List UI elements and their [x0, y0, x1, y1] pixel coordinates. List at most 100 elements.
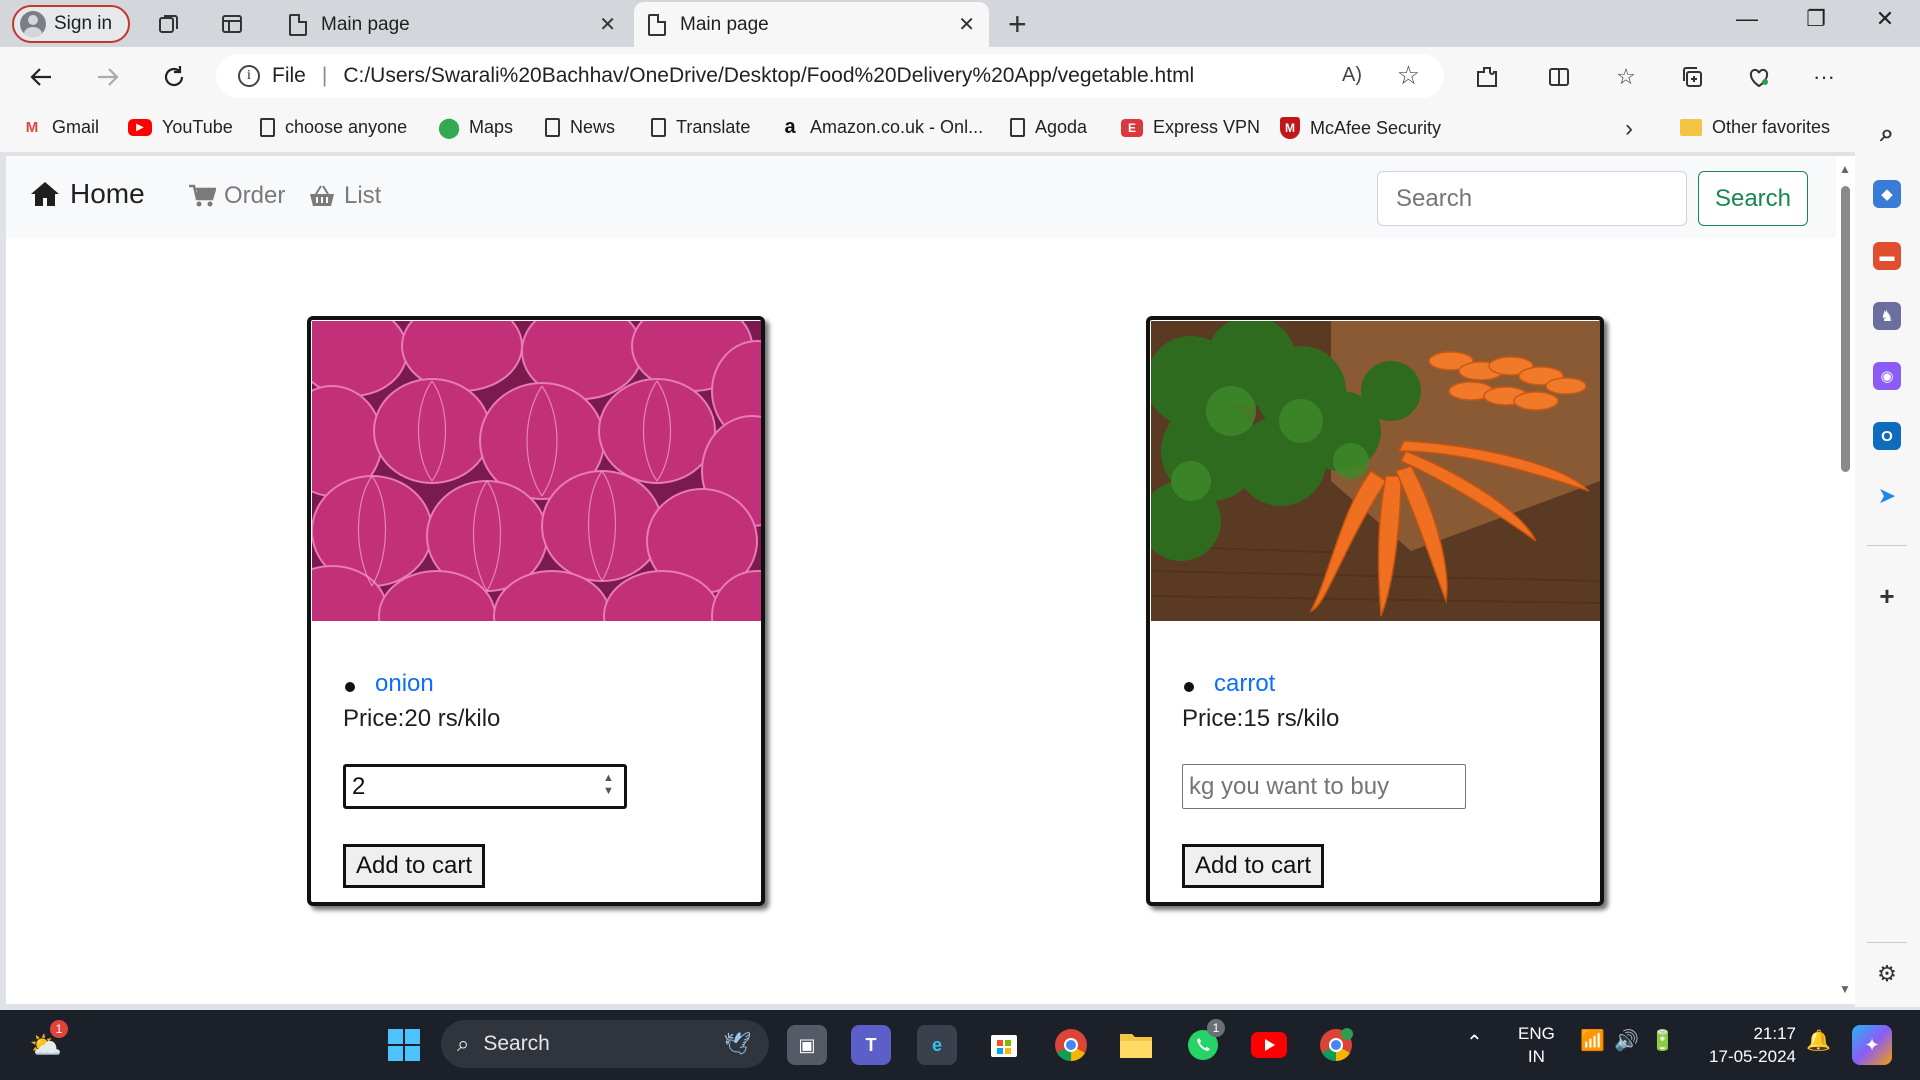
- scroll-down-arrow-icon[interactable]: ▼: [1839, 982, 1851, 996]
- collections-icon[interactable]: [1676, 61, 1708, 93]
- favorites-icon[interactable]: ☆: [1610, 61, 1642, 93]
- bookmark-other-favorites[interactable]: Other favorites: [1680, 117, 1830, 138]
- tools-icon[interactable]: ▬: [1873, 242, 1901, 270]
- notifications-bell-icon[interactable]: 🔔: [1806, 1030, 1831, 1053]
- language-indicator[interactable]: ENG IN: [1518, 1022, 1555, 1068]
- product-price: Price:20 rs/kilo: [343, 705, 501, 732]
- edge-icon[interactable]: e: [917, 1025, 957, 1065]
- tab-main-page-2[interactable]: Main page ✕: [634, 2, 989, 47]
- taskbar-search[interactable]: ⌕ Search 🕊: [441, 1020, 769, 1068]
- back-button[interactable]: [24, 59, 60, 95]
- bookmark-amazon[interactable]: a Amazon.co.uk - Onl...: [780, 116, 983, 138]
- vertical-tabs-icon[interactable]: [216, 8, 248, 40]
- bookmark-news[interactable]: News: [545, 117, 615, 138]
- task-view-icon[interactable]: ▣: [787, 1025, 827, 1065]
- microsoft-store-icon[interactable]: [984, 1025, 1024, 1065]
- more-menu-icon[interactable]: ···: [1808, 61, 1840, 93]
- new-tab-button[interactable]: +: [1008, 6, 1027, 43]
- bird-highlight-icon: 🕊: [723, 1031, 751, 1056]
- home-icon: [31, 182, 59, 206]
- minimize-button[interactable]: —: [1727, 6, 1767, 32]
- browser-essentials-icon[interactable]: [1743, 61, 1775, 93]
- bookmark-mcafee[interactable]: M McAfee Security: [1280, 117, 1441, 139]
- bookmark-youtube[interactable]: ▶ YouTube: [128, 117, 233, 138]
- whatsapp-badge: 1: [1207, 1019, 1225, 1037]
- youtube-icon[interactable]: [1249, 1025, 1289, 1065]
- add-to-cart-button[interactable]: Add to cart: [343, 844, 485, 888]
- nav-list-link[interactable]: List: [308, 182, 381, 210]
- search-icon[interactable]: ⌕: [1873, 120, 1901, 148]
- address-separator: |: [321, 64, 328, 87]
- basket-icon: [310, 185, 334, 206]
- quantity-input[interactable]: [343, 764, 627, 809]
- volume-icon[interactable]: 🔊: [1614, 1030, 1639, 1053]
- chevron-up-icon[interactable]: ⌃: [1466, 1032, 1483, 1055]
- shopping-tag-icon[interactable]: ◆: [1873, 180, 1901, 208]
- close-tab-icon[interactable]: ✕: [958, 12, 975, 37]
- bookmark-choose-anyone[interactable]: choose anyone: [260, 117, 407, 138]
- add-icon[interactable]: +: [1873, 581, 1901, 611]
- address-bar[interactable]: i File | C:/Users/Swarali%20Bachhav/OneD…: [216, 54, 1444, 98]
- teams-icon[interactable]: T: [851, 1025, 891, 1065]
- scrollbar-thumb[interactable]: [1841, 186, 1850, 472]
- bookmark-translate[interactable]: Translate: [651, 117, 750, 138]
- close-tab-icon[interactable]: ✕: [599, 12, 616, 37]
- chrome-profile-icon[interactable]: [1316, 1025, 1356, 1065]
- restore-button[interactable]: ❐: [1796, 6, 1836, 32]
- scroll-up-arrow-icon[interactable]: ▲: [1839, 162, 1851, 176]
- page-icon: [289, 13, 307, 36]
- split-screen-icon[interactable]: [1543, 61, 1575, 93]
- chrome-icon[interactable]: [1051, 1025, 1091, 1065]
- chevron-right-icon[interactable]: ›: [1625, 115, 1633, 143]
- windows-taskbar: ⛅ 1 ⌕ Search 🕊 ▣ T e 1 ⌃ ENG IN 📶 🔊 🔋 21…: [0, 1010, 1920, 1080]
- product-name-link[interactable]: carrot: [1214, 670, 1275, 698]
- bookmark-agoda[interactable]: Agoda: [1010, 117, 1087, 138]
- bookmark-express-vpn[interactable]: E Express VPN: [1121, 117, 1260, 138]
- maps-icon: ⬤: [437, 117, 461, 139]
- page-icon: [260, 118, 275, 137]
- forward-button[interactable]: [89, 59, 125, 95]
- windows-start-icon[interactable]: [384, 1025, 424, 1065]
- search-button[interactable]: Search: [1698, 171, 1808, 226]
- tab-title: Main page: [321, 13, 410, 35]
- file-explorer-icon[interactable]: [1116, 1025, 1156, 1065]
- extensions-icon[interactable]: [1471, 61, 1503, 93]
- wifi-icon[interactable]: 📶: [1580, 1030, 1605, 1053]
- bookmark-label: YouTube: [162, 117, 233, 137]
- sign-in-button[interactable]: Sign in: [12, 5, 130, 43]
- clock[interactable]: 21:17 17-05-2024: [1700, 1022, 1796, 1068]
- quantity-stepper[interactable]: ▲ ▼: [603, 772, 614, 798]
- read-aloud-icon[interactable]: A): [1342, 64, 1362, 87]
- nav-home-link[interactable]: Home: [30, 178, 145, 210]
- settings-gear-icon[interactable]: ⚙: [1873, 960, 1901, 988]
- close-window-button[interactable]: ✕: [1865, 6, 1905, 32]
- workspaces-icon[interactable]: [153, 8, 185, 40]
- page-icon: [545, 118, 560, 137]
- product-name-link[interactable]: onion: [375, 670, 434, 698]
- bookmark-maps[interactable]: ⬤ Maps: [437, 117, 513, 139]
- nav-list-label: List: [344, 182, 382, 209]
- search-input[interactable]: [1377, 171, 1687, 226]
- bookmark-label: choose anyone: [285, 117, 408, 137]
- bookmark-gmail[interactable]: M Gmail: [22, 117, 99, 138]
- site-info-icon[interactable]: i: [238, 65, 260, 87]
- avatar-icon: [20, 11, 46, 37]
- favorite-star-icon[interactable]: ☆: [1397, 60, 1420, 91]
- page-scrollbar[interactable]: ▲ ▼: [1836, 156, 1855, 1004]
- url-text: C:/Users/Swarali%20Bachhav/OneDrive/Desk…: [343, 64, 1195, 87]
- sidebar-divider: [1867, 545, 1907, 546]
- clock-date: 17-05-2024: [1709, 1047, 1796, 1066]
- refresh-button[interactable]: [156, 59, 192, 95]
- quantity-input[interactable]: [1182, 764, 1466, 809]
- nav-order-link[interactable]: Order: [188, 182, 285, 210]
- outlook-icon[interactable]: O: [1873, 422, 1901, 450]
- battery-icon[interactable]: 🔋: [1650, 1030, 1675, 1053]
- tab-strip: Sign in Main page ✕ Main page ✕ + — ❐ ✕: [0, 0, 1920, 47]
- add-to-cart-button[interactable]: Add to cart: [1182, 844, 1324, 888]
- bookmark-label: News: [570, 117, 616, 137]
- send-icon[interactable]: ➤: [1873, 482, 1901, 510]
- microsoft365-icon[interactable]: ◉: [1873, 362, 1901, 390]
- copilot-taskbar-icon[interactable]: ✦: [1852, 1025, 1892, 1065]
- tab-main-page-1[interactable]: Main page ✕: [275, 2, 630, 47]
- games-icon[interactable]: ♞: [1873, 302, 1901, 330]
